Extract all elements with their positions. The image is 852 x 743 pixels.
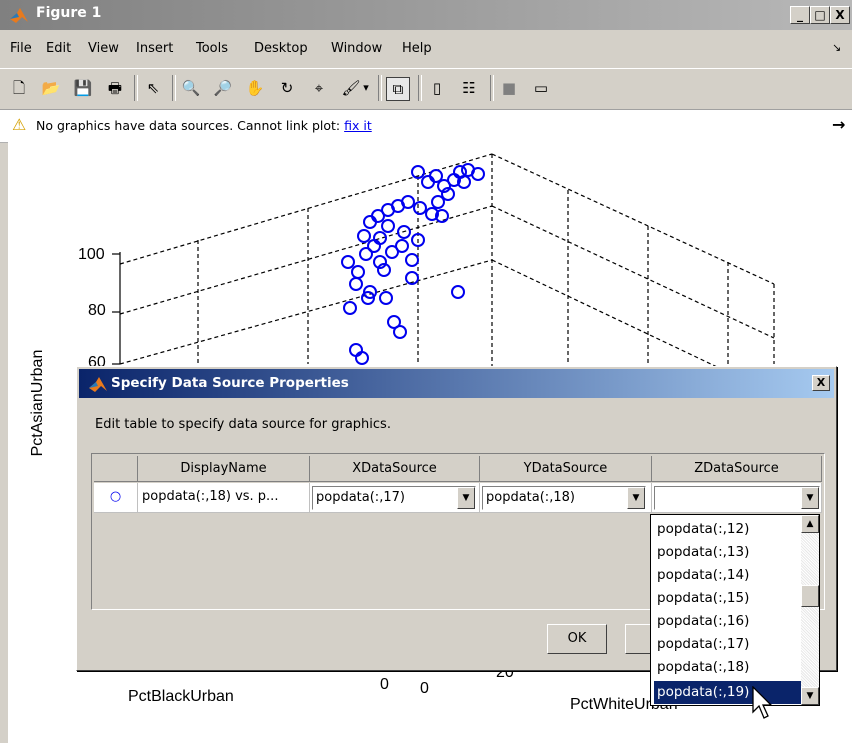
z-axis-label: PctAsianUrban [29, 349, 46, 457]
dialog-close-button[interactable]: X [812, 375, 830, 391]
dropdown-option-selected[interactable]: popdata(:,19) [654, 681, 802, 704]
zoom-out-icon[interactable]: 🔎 [212, 77, 234, 99]
minimize-button[interactable]: _ [790, 6, 810, 24]
window-title: Figure 1 [36, 5, 102, 21]
brush-icon[interactable]: 🖌 [340, 77, 362, 99]
column-header-marker [94, 456, 138, 482]
cell-xdatasource: popdata(:,17) ▼ [310, 483, 480, 513]
dialog-title: Specify Data Source Properties [111, 375, 349, 391]
toolbar-separator [378, 75, 382, 101]
menu-dock-arrow-icon[interactable]: ↘ [832, 41, 841, 54]
toolbar-separator [418, 75, 422, 101]
dropdown-option[interactable]: popdata(:,13) [654, 541, 802, 564]
linked-plot-warning-bar: ⚠ No graphics have data sources. Cannot … [0, 110, 852, 143]
menu-tools[interactable]: Tools [196, 41, 228, 56]
save-icon[interactable]: 💾 [72, 77, 94, 99]
mouse-cursor-icon [752, 686, 773, 719]
table-row: ○ popdata(:,18) vs. p... popdata(:,17) ▼… [94, 483, 822, 513]
zoom-in-icon[interactable]: 🔍 [180, 77, 202, 99]
column-header-xdatasource[interactable]: XDataSource [310, 456, 480, 482]
ok-button[interactable]: OK [547, 624, 607, 654]
ydatasource-value: popdata(:,18) [486, 490, 575, 505]
dropdown-arrow-icon[interactable]: ▼ [457, 487, 475, 509]
toolbar-separator [134, 75, 138, 101]
dropdown-arrow-icon[interactable]: ▼ [801, 487, 819, 509]
zdatasource-combo[interactable]: ▼ [654, 486, 820, 510]
menu-insert[interactable]: Insert [136, 41, 173, 56]
scroll-down-icon[interactable]: ▼ [801, 687, 819, 705]
open-folder-icon[interactable]: 📂 [40, 77, 62, 99]
menu-help[interactable]: Help [402, 41, 432, 56]
column-header-zdatasource[interactable]: ZDataSource [652, 456, 822, 482]
legend-icon[interactable]: ☷ [458, 77, 480, 99]
dialog-title-bar: Specify Data Source Properties X [79, 369, 834, 398]
row-marker-icon: ○ [94, 483, 138, 513]
toolbar: 🗋 📂 💾 🖶 ⇖ 🔍 🔎 ✋ ↻ ⌖ 🖌 ▾ ⧉ ▯ ☷ ■ ▭ [0, 68, 852, 110]
ydatasource-combo[interactable]: popdata(:,18) ▼ [482, 486, 646, 510]
scatter-markers [341, 163, 485, 365]
warning-icon: ⚠ [12, 115, 27, 134]
warning-message: No graphics have data sources. Cannot li… [36, 118, 345, 133]
menu-desktop[interactable]: Desktop [254, 41, 308, 56]
dialog-instruction: Edit table to specify data source for gr… [95, 417, 391, 432]
matlab-logo-icon [10, 8, 28, 23]
pointer-icon[interactable]: ⇖ [142, 77, 164, 99]
dropdown-option[interactable]: popdata(:,16) [654, 610, 802, 633]
z-tick-label: 80 [88, 302, 106, 319]
close-button[interactable]: X [830, 6, 850, 24]
matlab-logo-icon [89, 377, 107, 392]
menu-window[interactable]: Window [331, 41, 382, 56]
link-plot-icon[interactable]: ⧉ [386, 77, 410, 101]
maximize-button[interactable]: □ [810, 6, 830, 24]
print-icon[interactable]: 🖶 [104, 77, 126, 99]
show-plot-tools-icon[interactable]: ▭ [530, 77, 552, 99]
menu-file[interactable]: File [10, 41, 32, 56]
toolbar-separator [172, 75, 176, 101]
dropdown-option[interactable]: popdata(:,17) [654, 633, 802, 656]
dropdown-arrow-icon[interactable]: ▼ [627, 487, 645, 509]
figure-window: Figure 1 _ □ X File Edit View Insert Too… [0, 0, 852, 743]
axes-box [112, 252, 121, 365]
menu-bar: File Edit View Insert Tools Desktop Wind… [0, 38, 852, 62]
menu-view[interactable]: View [88, 41, 119, 56]
dropdown-option[interactable]: popdata(:,12) [654, 518, 802, 541]
toolbar-separator [490, 75, 494, 101]
z-tick-label: 100 [78, 246, 105, 263]
dropdown-option[interactable]: popdata(:,14) [654, 564, 802, 587]
column-header-ydatasource[interactable]: YDataSource [480, 456, 652, 482]
x-axis-label: PctBlackUrban [128, 688, 234, 705]
menu-edit[interactable]: Edit [46, 41, 71, 56]
fix-it-link[interactable]: fix it [344, 118, 372, 133]
title-bar: Figure 1 _ □ X [0, 0, 852, 30]
dropdown-scrollbar[interactable]: ▲ ▼ [801, 515, 819, 705]
scroll-thumb[interactable] [801, 585, 819, 607]
hide-plot-tools-icon[interactable]: ■ [498, 77, 520, 99]
column-header-displayname[interactable]: DisplayName [138, 456, 310, 482]
dropdown-option[interactable]: popdata(:,15) [654, 587, 802, 610]
x-tick-label: 0 [380, 676, 389, 693]
y-tick-label: 0 [420, 680, 429, 697]
warning-arrow-icon[interactable]: → [832, 115, 845, 134]
dropdown-option[interactable]: popdata(:,18) [654, 656, 802, 679]
zdatasource-dropdown-list: popdata(:,12) popdata(:,13) popdata(:,14… [650, 514, 820, 706]
colorbar-icon[interactable]: ▯ [426, 77, 448, 99]
rotate-3d-icon[interactable]: ↻ [276, 77, 298, 99]
warning-text: No graphics have data sources. Cannot li… [36, 118, 372, 133]
xdatasource-combo[interactable]: popdata(:,17) ▼ [312, 486, 476, 510]
brush-dropdown-icon[interactable]: ▾ [360, 77, 372, 99]
cell-displayname[interactable]: popdata(:,18) vs. p... [138, 483, 310, 513]
pan-hand-icon[interactable]: ✋ [244, 77, 266, 99]
data-cursor-icon[interactable]: ⌖ [308, 77, 330, 99]
cell-ydatasource: popdata(:,18) ▼ [480, 483, 652, 513]
xdatasource-value: popdata(:,17) [316, 490, 405, 505]
cell-zdatasource: ▼ [652, 483, 822, 513]
scroll-up-icon[interactable]: ▲ [801, 515, 819, 533]
new-file-icon[interactable]: 🗋 [8, 77, 30, 99]
